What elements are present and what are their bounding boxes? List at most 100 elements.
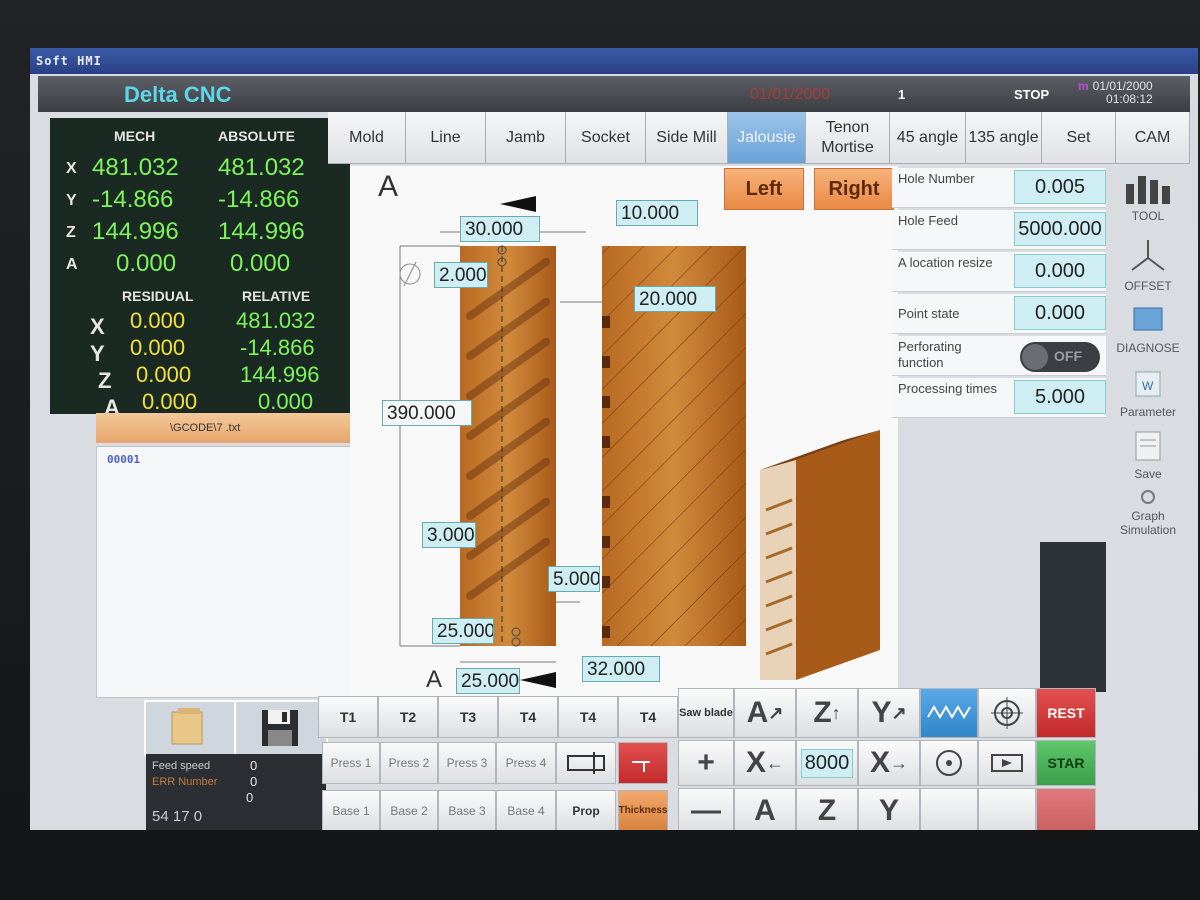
x-plus-button[interactable]: X → bbox=[858, 740, 920, 786]
reset-button[interactable]: REST bbox=[1036, 688, 1096, 738]
window-button[interactable] bbox=[920, 788, 978, 830]
tab-45-angle[interactable]: 45 angle bbox=[890, 112, 966, 164]
blade-button[interactable] bbox=[618, 742, 668, 784]
press-4-button[interactable]: Press 4 bbox=[496, 742, 556, 784]
x-minus-button[interactable]: X ← bbox=[734, 740, 796, 786]
tool-button[interactable]: TOOL bbox=[1106, 170, 1190, 230]
jog-speed-field[interactable]: 8000 bbox=[796, 740, 858, 786]
param-value[interactable]: 0.000 bbox=[1014, 254, 1106, 288]
gear-button[interactable] bbox=[978, 788, 1036, 830]
t3-button[interactable]: T3 bbox=[438, 696, 498, 738]
top-arrow bbox=[500, 196, 536, 212]
res-axis-y: Y bbox=[90, 341, 105, 366]
target-icon bbox=[991, 697, 1023, 729]
z-plus-button[interactable]: Z ↑ bbox=[796, 688, 858, 738]
absolute-y: -14.866 bbox=[218, 186, 300, 213]
tab-tenon-mortise[interactable]: Tenon Mortise bbox=[806, 112, 890, 164]
plus-button[interactable]: + bbox=[678, 740, 734, 786]
thickness-button[interactable]: Thickness bbox=[618, 790, 668, 830]
dim-right-offset[interactable]: 20.000 bbox=[634, 286, 716, 312]
absolute-a: 0.000 bbox=[230, 250, 291, 277]
dim-bottom-width[interactable]: 25.000 bbox=[456, 668, 520, 694]
tab-135-angle[interactable]: 135 angle bbox=[966, 112, 1042, 164]
window-titlebar: Soft HMI bbox=[30, 48, 1198, 74]
param-value[interactable]: 0.000 bbox=[1014, 296, 1106, 330]
dim-top-gap[interactable]: 10.000 bbox=[616, 200, 698, 226]
folder-icon bbox=[171, 708, 203, 745]
file-path-bar[interactable]: \GCODE\7 .txt bbox=[96, 413, 352, 443]
offset-button[interactable]: OFFSET bbox=[1106, 236, 1190, 300]
wave-icon bbox=[927, 705, 971, 719]
saw-blade-button[interactable]: Saw blade bbox=[678, 688, 734, 738]
target-button[interactable] bbox=[978, 688, 1036, 738]
dim-hole-diameter[interactable]: 2.000 bbox=[434, 262, 488, 288]
press-2-button[interactable]: Press 2 bbox=[380, 742, 438, 784]
code-line: 00001 bbox=[107, 453, 141, 466]
magnifier-icon bbox=[1141, 490, 1155, 504]
dim-slot[interactable]: 3.000 bbox=[422, 522, 476, 548]
a-minus-button[interactable]: A bbox=[734, 788, 796, 830]
parameter-label: Parameter bbox=[1119, 405, 1177, 419]
base-3-button[interactable]: Base 3 bbox=[438, 790, 496, 830]
residual-header: RESIDUAL bbox=[122, 288, 194, 304]
wave-button[interactable] bbox=[920, 688, 978, 738]
prop-button[interactable]: Prop bbox=[556, 790, 616, 830]
gcode-editor[interactable]: 00001 bbox=[96, 446, 376, 698]
diagnose-button[interactable]: DIAGNOSE bbox=[1106, 302, 1190, 366]
tab-socket[interactable]: Socket bbox=[566, 112, 646, 164]
param-value[interactable]: 0.005 bbox=[1014, 170, 1106, 204]
res-axis-x: X bbox=[90, 314, 105, 339]
parameter-button[interactable]: W Parameter bbox=[1106, 366, 1190, 424]
perforating-toggle[interactable]: OFF bbox=[1020, 342, 1100, 372]
dim-side[interactable]: 5.000 bbox=[548, 566, 600, 592]
graph-simulation-button[interactable]: Graph Simulation bbox=[1106, 488, 1190, 542]
t1-button[interactable]: T1 bbox=[318, 696, 378, 738]
dim-top-width[interactable]: 30.000 bbox=[460, 216, 540, 242]
dim-bottom-gap[interactable]: 32.000 bbox=[582, 656, 660, 682]
base-4-button[interactable]: Base 4 bbox=[496, 790, 556, 830]
minus-button[interactable]: — bbox=[678, 788, 734, 830]
next-button[interactable] bbox=[978, 740, 1036, 786]
base-2-button[interactable]: Base 2 bbox=[380, 790, 438, 830]
press-3-button[interactable]: Press 3 bbox=[438, 742, 496, 784]
residual-a: 0.000 bbox=[142, 389, 198, 414]
absolute-z: 144.996 bbox=[218, 218, 305, 245]
axis-label-x: X bbox=[66, 160, 77, 177]
open-file-button[interactable] bbox=[144, 700, 238, 756]
tab-side-mill[interactable]: Side Mill bbox=[646, 112, 728, 164]
t4-button-2[interactable]: T4 bbox=[558, 696, 618, 738]
tab-mold[interactable]: Mold bbox=[328, 112, 406, 164]
t2-button[interactable]: T2 bbox=[378, 696, 438, 738]
press-1-button[interactable]: Press 1 bbox=[322, 742, 380, 784]
tool-label: TOOL bbox=[1131, 209, 1165, 223]
param-value[interactable]: 5.000 bbox=[1014, 380, 1106, 414]
param-hole-number: Hole Number 0.005 bbox=[892, 168, 1106, 208]
save-file-button[interactable] bbox=[234, 700, 328, 756]
y-minus-button[interactable]: Y bbox=[858, 788, 920, 830]
right-button[interactable]: Right bbox=[814, 168, 894, 210]
left-button[interactable]: Left bbox=[724, 168, 804, 210]
tab-jalousie[interactable]: Jalousie bbox=[728, 112, 806, 164]
tab-line[interactable]: Line bbox=[406, 112, 486, 164]
stop-button[interactable] bbox=[1036, 788, 1096, 830]
clamp-button[interactable] bbox=[556, 742, 616, 784]
tab-cam[interactable]: CAM bbox=[1116, 112, 1190, 164]
t4-button-3[interactable]: T4 bbox=[618, 696, 678, 738]
tab-jamb[interactable]: Jamb bbox=[486, 112, 566, 164]
tab-set[interactable]: Set bbox=[1042, 112, 1116, 164]
spindle-button[interactable] bbox=[920, 740, 978, 786]
save-button[interactable]: Save bbox=[1106, 428, 1190, 484]
toggle-state: OFF bbox=[1054, 348, 1082, 364]
a-plus-button[interactable]: A ↗ bbox=[734, 688, 796, 738]
dim-height[interactable]: 390.000 bbox=[382, 400, 472, 426]
t4-button[interactable]: T4 bbox=[498, 696, 558, 738]
z-minus-button[interactable]: Z bbox=[796, 788, 858, 830]
start-button[interactable]: STAR bbox=[1036, 740, 1096, 786]
y-plus-button[interactable]: Y ↗ bbox=[858, 688, 920, 738]
param-label: Point state bbox=[898, 306, 960, 321]
dim-bottom[interactable]: 25.000 bbox=[432, 618, 494, 644]
jalousie-drawing: A A 30.000 10.000 2.000 390.000 20.000 3… bbox=[350, 166, 898, 696]
header-clock: m 01/01/2000 01:08:12 bbox=[1078, 80, 1153, 106]
param-value[interactable]: 5000.000 bbox=[1014, 212, 1106, 246]
base-1-button[interactable]: Base 1 bbox=[322, 790, 380, 830]
